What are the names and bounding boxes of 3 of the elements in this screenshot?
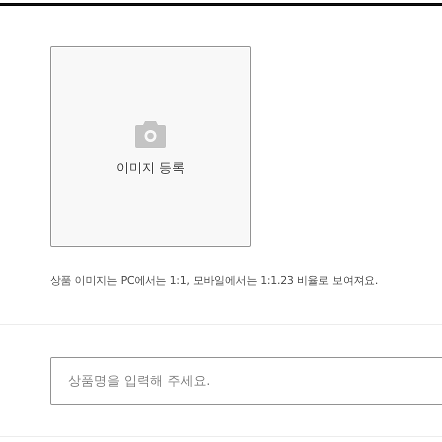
image-ratio-note: 상품 이미지는 PC에서는 1:1, 모바일에서는 1:1.23 비율로 보여져요. [50,273,380,288]
product-name-field[interactable]: 상품명을 입력해 주세요. [50,357,442,405]
image-upload-button[interactable]: 이미지 등록 [50,46,251,247]
